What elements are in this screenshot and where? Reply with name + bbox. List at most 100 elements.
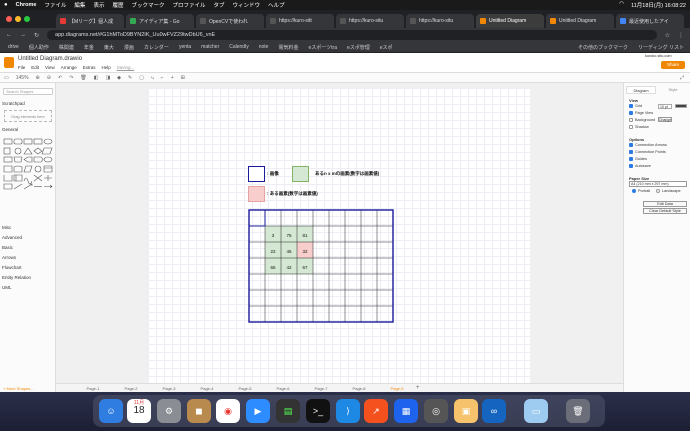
clear-default-style-button[interactable]: Clear Default Style bbox=[643, 208, 687, 214]
pixel-value[interactable]: 45 bbox=[281, 249, 297, 254]
infinity-app-icon[interactable]: ∞ bbox=[482, 399, 506, 423]
bookmark[interactable]: 株関連 bbox=[59, 44, 74, 51]
bookmark[interactable]: 個人助作 bbox=[29, 44, 49, 51]
checkbox-checked-icon[interactable] bbox=[629, 104, 633, 108]
radio-unchecked-icon[interactable] bbox=[656, 189, 660, 193]
page-tab[interactable]: Page-3 bbox=[150, 386, 188, 391]
category-entity-relation[interactable]: Entity Relation bbox=[2, 275, 31, 280]
bookmark[interactable]: 東大 bbox=[104, 44, 114, 51]
page-tab[interactable]: Page-6 bbox=[264, 386, 302, 391]
category-flowchart[interactable]: Flowchart bbox=[2, 265, 22, 270]
page-tab[interactable]: Page-7 bbox=[302, 386, 340, 391]
reading-list[interactable]: リーディング リスト bbox=[638, 44, 690, 51]
category-arrows[interactable]: Arrows bbox=[2, 255, 16, 260]
browser-tab[interactable]: https://kuro-situ bbox=[406, 14, 474, 28]
browser-tab[interactable]: アイディア集 - Go bbox=[126, 14, 194, 28]
menu-profile[interactable]: プロファイル bbox=[172, 1, 205, 9]
menu-file[interactable]: ファイル bbox=[44, 1, 66, 9]
general-header[interactable]: General bbox=[2, 127, 18, 132]
share-button[interactable]: Share bbox=[661, 61, 685, 69]
checkbox-checked-icon[interactable] bbox=[629, 157, 633, 161]
edit-data-button[interactable]: Edit Data bbox=[643, 201, 687, 207]
category-advanced[interactable]: Advanced bbox=[2, 235, 22, 240]
zoom-level[interactable]: 145% bbox=[16, 75, 29, 81]
tab-style[interactable]: Style bbox=[658, 86, 688, 94]
bookmark[interactable]: drive bbox=[8, 44, 19, 50]
page-tab[interactable]: Page-8 bbox=[340, 386, 378, 391]
undo-icon[interactable]: ↶ bbox=[58, 75, 62, 81]
menu-bookmarks[interactable]: ブックマーク bbox=[131, 1, 164, 9]
paper-size-select[interactable]: A4 (210 mm x 297 mm) bbox=[629, 181, 687, 187]
pixel-value[interactable]: 3 bbox=[265, 233, 281, 238]
connection-arrows-option[interactable]: Connection Arrows bbox=[629, 143, 667, 147]
waypoints-icon[interactable]: ⌐ bbox=[161, 75, 164, 81]
add-page-icon[interactable]: + bbox=[416, 385, 420, 391]
diagram-canvas[interactable]: : 画像 あるn x mの画素(数字は画素値) : ある画素(数字は画素値) 3… bbox=[56, 83, 623, 383]
browser-tab[interactable]: 最近使用したアイ bbox=[616, 14, 684, 28]
portrait-radio[interactable]: Portrait bbox=[632, 189, 650, 193]
browser-tab[interactable]: Untitled Diagram bbox=[546, 14, 614, 28]
menu-help[interactable]: Help bbox=[102, 65, 111, 70]
insert-icon[interactable]: + bbox=[171, 75, 174, 81]
scratchpad-dropzone[interactable]: Drag elements here bbox=[4, 110, 52, 122]
page-tab[interactable]: Page-2 bbox=[112, 386, 150, 391]
landscape-radio[interactable]: Landscape bbox=[656, 189, 681, 193]
fullscreen-icon[interactable]: ⤢ bbox=[680, 75, 690, 81]
legend-image-box[interactable] bbox=[248, 166, 265, 182]
activity-monitor-icon[interactable]: ▤ bbox=[276, 399, 300, 423]
settings-icon[interactable]: ⚙ bbox=[157, 399, 181, 423]
bookmark[interactable]: eスポ管理 bbox=[347, 44, 370, 51]
table-icon[interactable]: ⊞ bbox=[181, 75, 185, 81]
autosave-option[interactable]: Autosave bbox=[629, 164, 651, 168]
bookmark[interactable]: カレンダー bbox=[144, 44, 169, 51]
radio-checked-icon[interactable] bbox=[632, 189, 636, 193]
terminal-icon[interactable]: >_ bbox=[306, 399, 330, 423]
finder-icon[interactable]: ☺ bbox=[99, 399, 123, 423]
menu-window[interactable]: ウィンドウ bbox=[233, 1, 261, 9]
checkbox-checked-icon[interactable] bbox=[629, 143, 633, 147]
target-pixel-value[interactable]: 32 bbox=[297, 249, 313, 254]
zoom-in-icon[interactable]: ⊕ bbox=[36, 75, 40, 81]
menu-arrange[interactable]: Arrange bbox=[61, 65, 77, 70]
grid-color-swatch[interactable] bbox=[675, 104, 687, 108]
page-tab[interactable]: Page-4 bbox=[188, 386, 226, 391]
browser-tab[interactable]: OpenCVで使われ bbox=[196, 14, 264, 28]
diagram-page[interactable]: : 画像 あるn x mの画素(数字は画素値) : ある画素(数字は画素値) 3… bbox=[148, 88, 530, 383]
magnifier-icon[interactable]: ◎ bbox=[424, 399, 448, 423]
page-tab[interactable]: Page-1 bbox=[74, 386, 112, 391]
browser-tab[interactable]: https://kuro-sitt bbox=[266, 14, 334, 28]
bookmark-folder[interactable]: その他のブックマーク bbox=[578, 44, 628, 51]
shape-palette-general[interactable] bbox=[3, 137, 53, 217]
checkbox-unchecked-icon[interactable] bbox=[629, 125, 633, 129]
clock[interactable]: 11月18日(月) 16:08:22 bbox=[631, 1, 686, 9]
category-uml[interactable]: UML bbox=[2, 285, 12, 290]
category-misc[interactable]: Misc bbox=[2, 225, 11, 230]
menu-edit[interactable]: Edit bbox=[31, 65, 39, 70]
pixel-value[interactable]: 67 bbox=[297, 265, 313, 270]
to-back-icon[interactable]: ◨ bbox=[105, 75, 110, 81]
trash-icon[interactable]: 🗑 bbox=[566, 399, 590, 423]
background-option[interactable]: Background bbox=[629, 118, 655, 122]
star-icon[interactable]: ☆ bbox=[665, 32, 670, 39]
bookmark[interactable]: 漫画 bbox=[124, 44, 134, 51]
pixel-value[interactable]: 65 bbox=[265, 265, 281, 270]
guides-option[interactable]: Guides bbox=[629, 157, 647, 161]
checkbox-checked-icon[interactable] bbox=[629, 164, 633, 168]
menu-app[interactable]: Chrome bbox=[16, 2, 37, 8]
bookmark[interactable]: eスポ bbox=[380, 44, 393, 51]
url-field[interactable]: app.diagrams.net/#G1hMToD9BYN2IK_Uu0wFVZ… bbox=[47, 30, 657, 40]
minimize-window-button[interactable] bbox=[15, 16, 21, 22]
docker-icon[interactable]: ▦ bbox=[394, 399, 418, 423]
screenshot-icon[interactable]: ▭ bbox=[524, 399, 548, 423]
pixel-value[interactable]: 22 bbox=[265, 249, 281, 254]
reload-icon[interactable]: ↻ bbox=[34, 32, 39, 39]
chrome-icon[interactable]: ◉ bbox=[216, 399, 240, 423]
bookmark[interactable]: note bbox=[259, 44, 269, 50]
bookmark[interactable]: yenta bbox=[179, 44, 191, 50]
redo-icon[interactable]: ↷ bbox=[69, 75, 73, 81]
wifi-icon[interactable]: ◠ bbox=[619, 1, 624, 9]
zoom-icon[interactable]: ▶ bbox=[246, 399, 270, 423]
fill-color-icon[interactable]: ◆ bbox=[117, 75, 121, 81]
menu-tab[interactable]: タブ bbox=[214, 1, 225, 9]
bookmark[interactable]: matcher bbox=[201, 44, 219, 50]
